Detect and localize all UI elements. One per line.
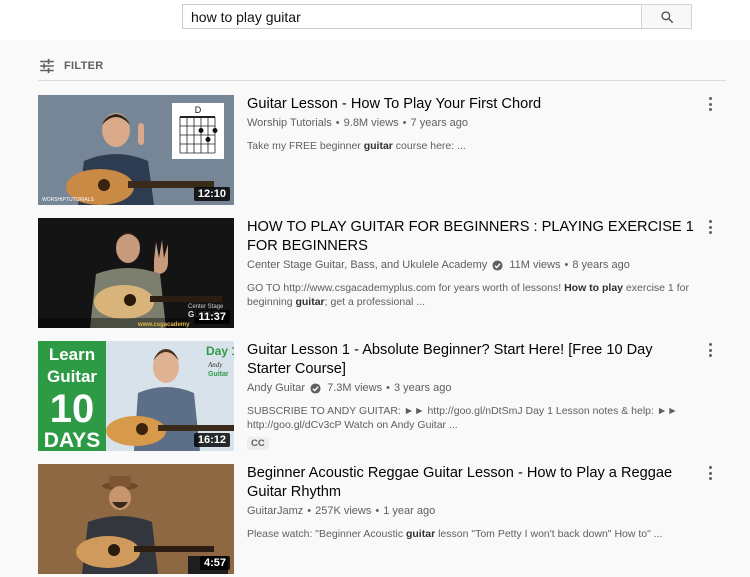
chord-name-text: D xyxy=(195,105,202,115)
video-meta: Andy Guitar 7.3M views • 3 years ago xyxy=(247,381,697,396)
video-duration: 4:57 xyxy=(199,556,230,570)
desc-highlight: guitar xyxy=(363,140,393,152)
video-duration: 12:10 xyxy=(193,187,230,201)
search-box[interactable] xyxy=(182,4,641,29)
view-count: 7.3M views xyxy=(327,382,383,394)
desc-text: GO TO http://www.csgacademyplus.com for … xyxy=(247,282,565,294)
video-thumbnail[interactable]: Learn Guitar 10 DAYS Day 1 Andy Guitar 1… xyxy=(38,341,234,451)
more-actions-icon[interactable] xyxy=(704,218,716,236)
channel-name[interactable]: Worship Tutorials xyxy=(247,116,332,131)
cc-badge: CC xyxy=(247,437,269,450)
video-info: Beginner Acoustic Reggae Guitar Lesson -… xyxy=(247,464,697,541)
more-actions-icon[interactable] xyxy=(704,95,716,113)
channel-name[interactable]: GuitarJamz xyxy=(247,504,303,519)
search-results: D WORSHIPTUTORIALS 12:10 Guitar Lesson -… xyxy=(38,95,728,577)
search-button[interactable] xyxy=(641,4,692,29)
logo-text: Andy xyxy=(207,361,223,369)
video-description: SUBSCRIBE TO ANDY GUITAR: ►► http://goo.… xyxy=(247,405,678,431)
video-info: Guitar Lesson - How To Play Your First C… xyxy=(247,95,697,153)
logo-text: Guitar xyxy=(208,371,229,378)
desc-highlight: guitar xyxy=(295,296,325,308)
verified-icon xyxy=(310,383,321,394)
video-info: Guitar Lesson 1 - Absolute Beginner? Sta… xyxy=(247,341,697,451)
meta-separator: • xyxy=(402,117,407,129)
desc-text: Please watch: "Beginner Acoustic xyxy=(247,528,406,540)
upload-age: 1 year ago xyxy=(383,505,436,517)
video-description: Take my FREE beginner guitar course here… xyxy=(247,139,697,153)
view-count: 9.8M views xyxy=(343,117,399,129)
upload-age: 7 years ago xyxy=(410,117,469,129)
meta-separator: • xyxy=(335,117,340,129)
view-count: 257K views xyxy=(315,505,372,517)
thumb-title-text: 10 xyxy=(50,387,95,431)
thumb-title-text: Learn xyxy=(49,345,95,364)
thumb-title-text: Guitar xyxy=(47,367,97,386)
video-duration: 11:37 xyxy=(194,310,230,324)
meta-separator: • xyxy=(307,505,312,517)
video-thumbnail[interactable]: D WORSHIPTUTORIALS 12:10 xyxy=(38,95,234,205)
video-result: 4:57 Beginner Acoustic Reggae Guitar Les… xyxy=(38,464,728,577)
video-result: D WORSHIPTUTORIALS 12:10 Guitar Lesson -… xyxy=(38,95,728,218)
day-badge-text: Day 1 xyxy=(206,344,234,358)
channel-name[interactable]: Andy Guitar xyxy=(247,381,305,396)
video-result: Learn Guitar 10 DAYS Day 1 Andy Guitar 1… xyxy=(38,341,728,464)
video-thumbnail[interactable]: 4:57 xyxy=(38,464,234,574)
video-title[interactable]: Beginner Acoustic Reggae Guitar Lesson -… xyxy=(247,464,697,502)
video-title[interactable]: Guitar Lesson 1 - Absolute Beginner? Sta… xyxy=(247,341,697,379)
video-info: HOW TO PLAY GUITAR FOR BEGINNERS : PLAYI… xyxy=(247,218,697,309)
upload-age: 3 years ago xyxy=(393,382,452,394)
view-count: 11M views xyxy=(509,259,561,271)
masthead xyxy=(0,0,750,40)
channel-name[interactable]: Center Stage Guitar, Bass, and Ukulele A… xyxy=(247,258,487,273)
video-title[interactable]: Guitar Lesson - How To Play Your First C… xyxy=(247,95,697,114)
desc-text: ; get a professional ... xyxy=(324,296,426,308)
watermark-text: WORSHIPTUTORIALS xyxy=(42,197,95,203)
filter-bar: FILTER xyxy=(38,55,726,81)
verified-icon xyxy=(492,260,503,271)
meta-separator: • xyxy=(375,505,380,517)
video-meta: Center Stage Guitar, Bass, and Ukulele A… xyxy=(247,258,697,273)
filter-label: FILTER xyxy=(64,60,104,72)
upload-age: 8 years ago xyxy=(572,259,630,271)
video-meta: GuitarJamz • 257K views • 1 year ago xyxy=(247,504,697,519)
video-duration: 16:12 xyxy=(193,433,230,447)
more-actions-icon[interactable] xyxy=(704,464,716,482)
video-meta: Worship Tutorials • 9.8M views • 7 years… xyxy=(247,116,697,131)
video-description: Please watch: "Beginner Acoustic guitar … xyxy=(247,527,697,541)
desc-highlight: guitar xyxy=(405,528,436,540)
video-description: GO TO http://www.csgacademyplus.com for … xyxy=(247,281,697,309)
search-input[interactable] xyxy=(183,5,641,28)
meta-separator: • xyxy=(564,259,569,271)
desc-text: lesson "Tom Petty I won't back down" How… xyxy=(435,528,663,540)
filter-sliders-icon xyxy=(40,58,54,74)
filter-button[interactable]: FILTER xyxy=(38,55,103,77)
search-icon xyxy=(660,10,673,23)
desc-text: Take my FREE beginner xyxy=(247,140,364,152)
video-result: Center Stage GUITAR www.csgacademy 11:37… xyxy=(38,218,728,341)
watermark-text: www.csgacademy xyxy=(137,322,190,328)
desc-highlight: How to play xyxy=(564,282,623,294)
video-title[interactable]: HOW TO PLAY GUITAR FOR BEGINNERS : PLAYI… xyxy=(247,218,697,256)
video-thumbnail[interactable]: Center Stage GUITAR www.csgacademy 11:37 xyxy=(38,218,234,328)
more-actions-icon[interactable] xyxy=(704,341,716,359)
thumb-title-text: DAYS xyxy=(44,429,100,451)
desc-text: course here: ... xyxy=(392,140,466,152)
meta-separator: • xyxy=(386,382,390,394)
